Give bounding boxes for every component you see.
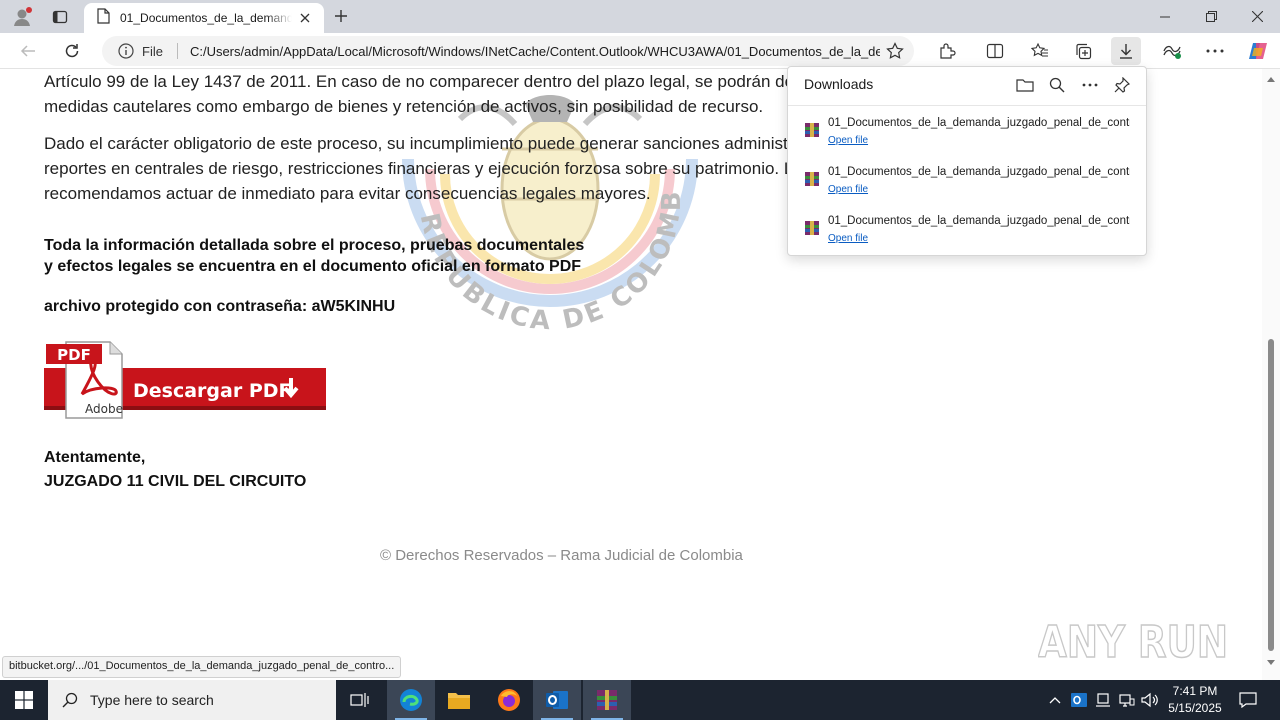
adobe-label: Adobe	[85, 402, 123, 416]
download-item[interactable]: 01_Documentos_de_la_demanda_juzgado_pena…	[788, 109, 1146, 155]
address-separator	[176, 43, 178, 59]
winrar-archive-icon	[805, 123, 819, 137]
address-bar[interactable]: File C:/Users/admin/AppData/Local/Micros…	[102, 36, 914, 66]
scrollbar-thumb[interactable]	[1268, 339, 1274, 651]
download-item[interactable]: 01_Documentos_de_la_demanda_juzgado_pena…	[788, 207, 1146, 253]
restore-button[interactable]	[1188, 0, 1234, 33]
status-bar-url: bitbucket.org/.../01_Documentos_de_la_de…	[2, 656, 402, 678]
pdf-tag-label: PDF	[57, 346, 91, 364]
favorite-star-icon[interactable]	[880, 37, 910, 65]
taskbar-winrar-icon[interactable]	[583, 680, 631, 720]
page-footer: © Derechos Reservados – Rama Judicial de…	[380, 547, 743, 564]
close-tab-icon[interactable]	[296, 9, 314, 27]
copilot-icon[interactable]	[1243, 37, 1273, 65]
taskbar-outlook-icon[interactable]	[533, 680, 581, 720]
clock-date: 5/15/2025	[1168, 701, 1222, 715]
paragraph-consequences: Dado el carácter obligatorio de este pro…	[44, 134, 843, 203]
download-filename: 01_Documentos_de_la_demanda_juzgado_pena…	[828, 166, 1130, 178]
downloads-panel: Downloads 01_Documentos_de_la_demanda_ju…	[787, 66, 1147, 256]
address-url[interactable]: C:/Users/admin/AppData/Local/Microsoft/W…	[190, 44, 880, 59]
scroll-up-icon[interactable]	[1266, 75, 1276, 83]
new-tab-button[interactable]	[330, 5, 352, 27]
winrar-archive-icon	[805, 221, 819, 235]
back-button[interactable]	[14, 37, 42, 65]
closing-text: Atentamente,	[44, 449, 146, 466]
taskbar-edge-icon[interactable]	[387, 680, 435, 720]
downloads-icon[interactable]	[1111, 37, 1141, 65]
info-line-1: Toda la información detallada sobre el p…	[44, 237, 585, 254]
address-scheme-label: File	[142, 43, 163, 59]
page-scrollbar[interactable]	[1262, 69, 1280, 680]
downloads-divider	[788, 105, 1146, 106]
windows-taskbar: Type here to search 7:41 PM 5/15/2025	[0, 680, 1280, 720]
extensions-icon[interactable]	[932, 37, 962, 65]
download-pdf-button[interactable]: PDF Adobe Descargar PDF	[44, 340, 326, 420]
more-menu-icon[interactable]	[1200, 37, 1230, 65]
paragraph-legal-notice: Artículo 99 de la Ley 1437 de 2011. En c…	[44, 72, 838, 116]
download-pdf-label: Descargar PDF	[133, 380, 292, 402]
search-placeholder: Type here to search	[90, 692, 214, 708]
download-filename: 01_Documentos_de_la_demanda_juzgado_pena…	[828, 117, 1130, 129]
taskbar-file-explorer-icon[interactable]	[435, 680, 483, 720]
signature-block: Atentamente, JUZGADO 11 CIVIL DEL CIRCUI…	[44, 446, 306, 494]
favorites-icon[interactable]	[1025, 37, 1055, 65]
tab-title: 01_Documentos_de_la_demanda_juzgado_pena…	[120, 11, 292, 25]
info-line-2: y efectos legales se encuentra en el doc…	[44, 258, 582, 275]
open-file-link[interactable]: Open file	[828, 184, 868, 195]
clock-time: 7:41 PM	[1172, 684, 1218, 698]
svg-text:ANY RUN: ANY RUN	[1038, 617, 1228, 668]
password-line: archivo protegido con contraseña: aW5KIN…	[44, 298, 396, 315]
search-downloads-icon[interactable]	[1045, 73, 1069, 97]
start-button[interactable]	[0, 680, 48, 720]
browser-essentials-icon[interactable]	[1157, 37, 1187, 65]
taskbar-search-box[interactable]: Type here to search	[48, 680, 336, 720]
anyrun-watermark: ANY RUN	[1038, 616, 1229, 669]
browser-titlebar: 01_Documentos_de_la_demanda_juzgado_pena…	[0, 0, 1280, 33]
profile-icon[interactable]	[10, 5, 34, 29]
volume-icon[interactable]	[1140, 690, 1160, 710]
search-icon	[62, 692, 78, 708]
windows-logo-icon	[15, 691, 33, 709]
scroll-down-icon[interactable]	[1266, 659, 1276, 667]
browser-toolbar: File C:/Users/admin/AppData/Local/Micros…	[0, 33, 1280, 69]
open-file-link[interactable]: Open file	[828, 233, 868, 244]
minimize-button[interactable]	[1142, 0, 1188, 33]
collections-icon[interactable]	[1068, 37, 1098, 65]
network-icon[interactable]	[1117, 690, 1137, 710]
info-block: Toda la información detallada sobre el p…	[44, 235, 584, 277]
close-window-button[interactable]	[1234, 0, 1280, 33]
signature-text: JUZGADO 11 CIVIL DEL CIRCUITO	[44, 473, 307, 490]
open-folder-icon[interactable]	[1013, 73, 1037, 97]
task-view-icon[interactable]	[336, 680, 384, 720]
downloads-more-icon[interactable]	[1078, 73, 1102, 97]
split-screen-icon[interactable]	[980, 37, 1010, 65]
tab-active[interactable]: 01_Documentos_de_la_demanda_juzgado_pena…	[84, 3, 324, 33]
notification-center-icon[interactable]	[1238, 690, 1258, 710]
winrar-archive-icon	[805, 172, 819, 186]
download-item[interactable]: 01_Documentos_de_la_demanda_juzgado_pena…	[788, 158, 1146, 204]
download-filename: 01_Documentos_de_la_demanda_juzgado_pena…	[828, 215, 1130, 227]
open-file-link[interactable]: Open file	[828, 135, 868, 146]
refresh-button[interactable]	[58, 37, 86, 65]
taskbar-firefox-icon[interactable]	[485, 680, 533, 720]
page-icon	[96, 7, 110, 29]
downloads-title: Downloads	[804, 76, 874, 92]
tray-outlook-icon[interactable]	[1069, 690, 1089, 710]
tab-actions-icon[interactable]	[48, 5, 72, 29]
tray-device-icon[interactable]	[1093, 690, 1113, 710]
system-clock[interactable]: 7:41 PM 5/15/2025	[1160, 683, 1230, 717]
info-icon[interactable]	[118, 43, 134, 59]
show-hidden-icons-chevron[interactable]	[1045, 690, 1065, 710]
pin-icon[interactable]	[1110, 73, 1134, 97]
